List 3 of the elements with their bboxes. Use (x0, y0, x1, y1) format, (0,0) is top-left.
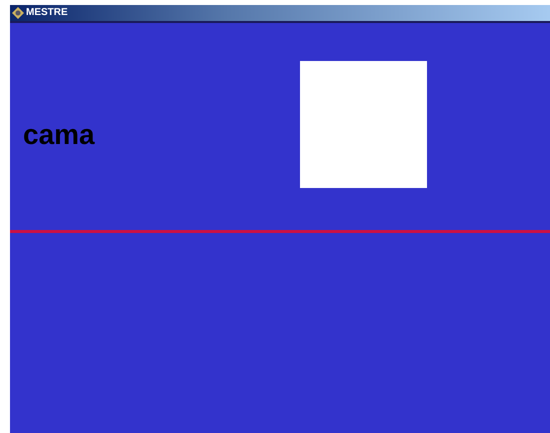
word-label: cama (23, 121, 95, 149)
app-icon (12, 7, 24, 19)
window-title: MESTRE (26, 7, 68, 19)
